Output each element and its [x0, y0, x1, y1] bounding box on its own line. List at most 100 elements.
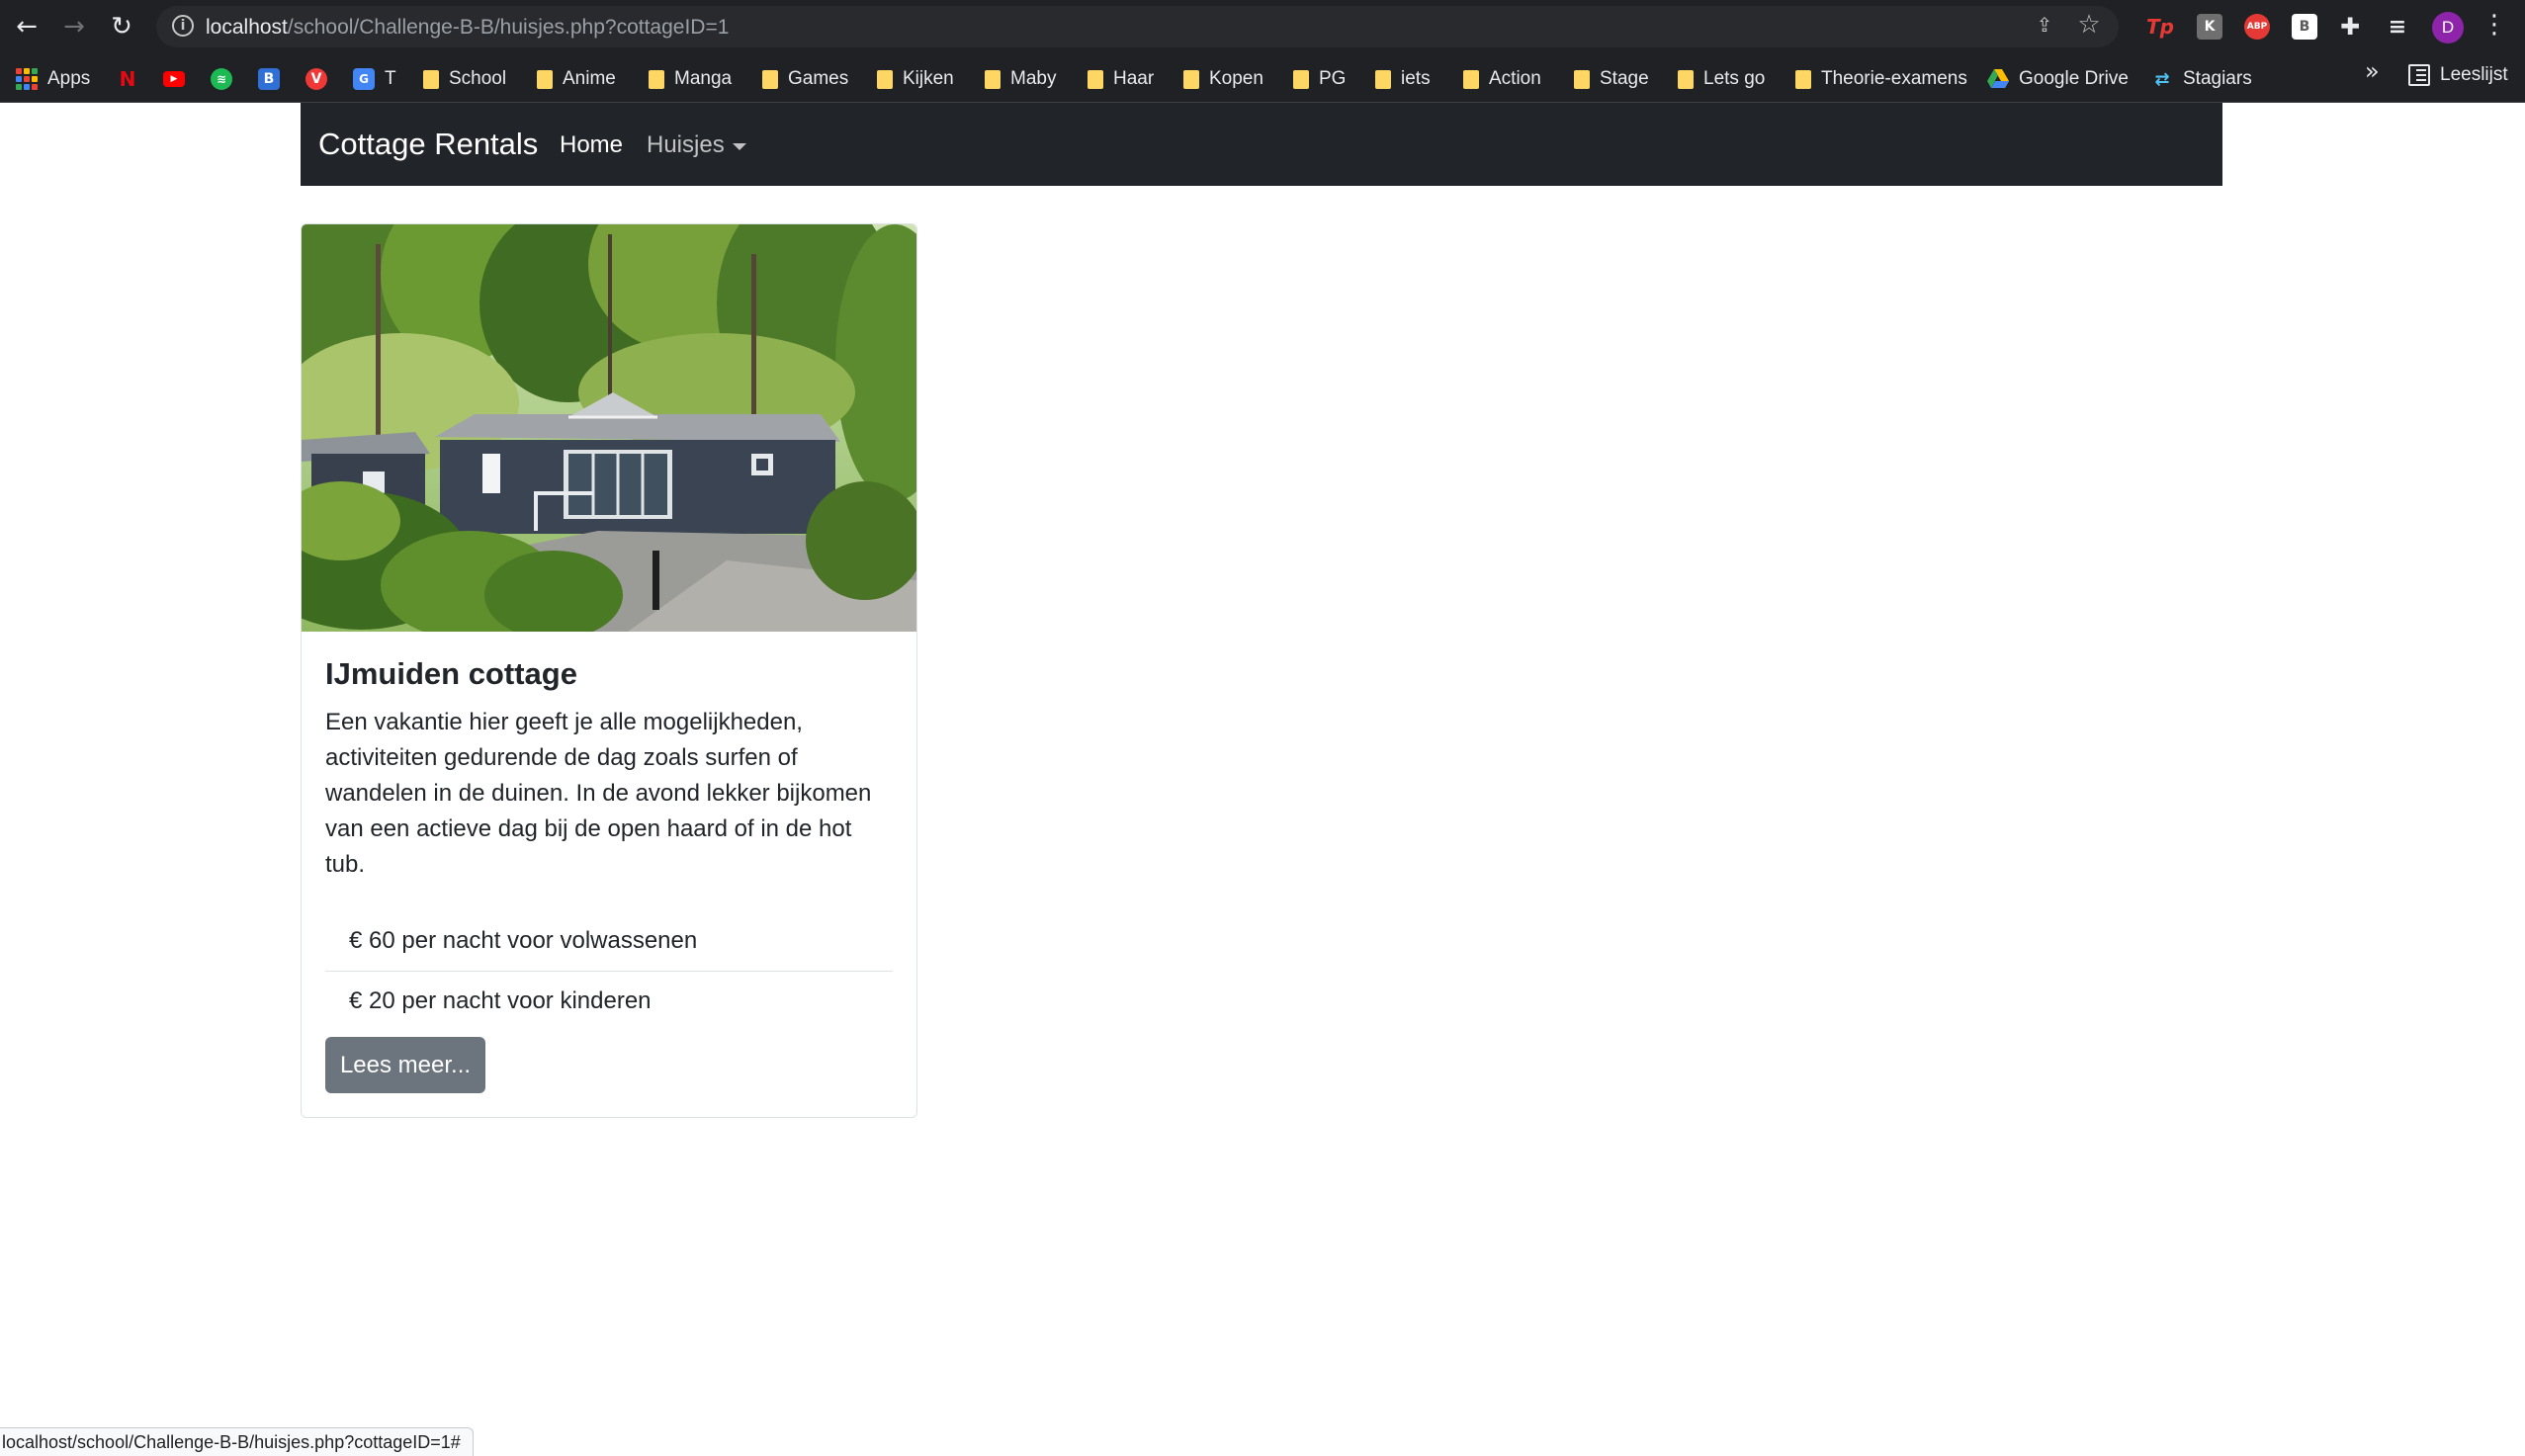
back-button[interactable]: ←: [8, 8, 45, 45]
bookmark-apps-label: Apps: [47, 68, 91, 89]
bookmark-folder-games[interactable]: Games: [762, 64, 848, 94]
bookmark-apps[interactable]: Apps: [16, 64, 90, 94]
tp-extension-icon[interactable]: Tp: [2146, 14, 2174, 40]
b-bookmark-icon: B: [258, 68, 280, 90]
spotify-icon: ≋: [211, 68, 232, 90]
price-adults: € 60 per nacht voor volwassenen: [349, 926, 698, 954]
google-drive-icon: [1987, 68, 2009, 90]
bookmark-folder-label: Theorie-examens: [1821, 68, 1967, 89]
reading-list-label: Leeslijst: [2440, 64, 2508, 85]
bookmark-google-drive-label: Google Drive: [2019, 68, 2129, 89]
media-queue-icon[interactable]: ≡: [2385, 14, 2410, 40]
folder-icon: [649, 69, 664, 89]
browser-menu-icon[interactable]: ⋮: [2481, 10, 2507, 43]
nav-huisjes-dropdown[interactable]: Huisjes: [647, 131, 746, 159]
folder-icon: [985, 69, 1001, 89]
cottage-photo: [302, 224, 916, 632]
navbar-brand[interactable]: Cottage Rentals: [318, 127, 538, 162]
bookmark-folder-lets-go[interactable]: Lets go: [1678, 64, 1765, 94]
status-bar-url: localhost/school/Challenge-B-B/huisjes.p…: [0, 1427, 474, 1456]
bookmark-folder-iets[interactable]: iets: [1375, 64, 1431, 94]
bookmark-folder-label: School: [449, 68, 507, 89]
profile-avatar[interactable]: D: [2432, 12, 2464, 43]
price-list: € 60 per nacht voor volwassenen € 20 per…: [325, 910, 893, 1031]
folder-icon: [877, 69, 893, 89]
bookmark-t-label: T: [385, 68, 396, 89]
reload-button[interactable]: ↻: [103, 8, 140, 45]
bookmark-youtube[interactable]: ▶: [163, 64, 185, 94]
folder-icon: [1678, 69, 1694, 89]
folder-icon: [537, 69, 553, 89]
bookmarks-bar: Apps N ▶ ≋ B V G T School Anime Manga Ga…: [0, 55, 2525, 103]
bookmark-folder-label: Kopen: [1209, 68, 1263, 89]
bookmark-folder-anime[interactable]: Anime: [537, 64, 616, 94]
bookmark-star-icon[interactable]: ☆: [2075, 11, 2103, 39]
bookmark-vivaldi[interactable]: V: [305, 64, 327, 94]
nav-home-link[interactable]: Home: [560, 131, 623, 159]
folder-icon: [423, 69, 439, 89]
bookmark-folder-label: PG: [1319, 68, 1347, 89]
card-body: IJmuiden cottage Een vakantie hier geeft…: [325, 655, 893, 883]
bookmark-google-drive[interactable]: Google Drive: [1987, 64, 2129, 94]
folder-icon: [762, 69, 778, 89]
bookmark-folder-label: iets: [1401, 68, 1431, 89]
folder-icon: [1183, 69, 1199, 89]
price-children: € 20 per nacht voor kinderen: [325, 971, 893, 1031]
bookmark-folder-manga[interactable]: Manga: [649, 64, 732, 94]
cottage-description: Een vakantie hier geeft je alle mogelijk…: [325, 709, 872, 878]
address-bar[interactable]: i localhost/school/Challenge-B-B/huisjes…: [156, 6, 2119, 47]
url-host: localhost: [206, 16, 288, 39]
bookmark-folder-pg[interactable]: PG: [1293, 64, 1346, 94]
apps-grid-icon: [16, 68, 38, 90]
bookmark-spotify[interactable]: ≋: [211, 64, 232, 94]
bookmark-stagiars[interactable]: ⇄ Stagiars: [2151, 64, 2251, 94]
cottage-card: IJmuiden cottage Een vakantie hier geeft…: [301, 223, 917, 1118]
bookmark-folder-label: Lets go: [1703, 68, 1766, 89]
b-extension-icon[interactable]: B: [2292, 14, 2317, 40]
site-info-icon[interactable]: i: [172, 15, 194, 37]
k-extension-icon[interactable]: K: [2197, 14, 2222, 40]
address-url[interactable]: localhost/school/Challenge-B-B/huisjes.p…: [206, 16, 729, 40]
folder-icon: [1088, 69, 1103, 89]
forward-button[interactable]: →: [55, 8, 93, 45]
more-bookmarks-icon[interactable]: »: [2365, 57, 2380, 85]
youtube-icon: ▶: [163, 71, 185, 87]
bookmark-folder-label: Action: [1489, 68, 1541, 89]
bookmark-folder-school[interactable]: School: [423, 64, 506, 94]
bookmark-b[interactable]: B: [258, 64, 280, 94]
bookmark-netflix[interactable]: N: [117, 64, 138, 94]
bookmark-folder-label: Stage: [1600, 68, 1649, 89]
bookmark-folder-kopen[interactable]: Kopen: [1183, 64, 1263, 94]
browser-toolbar: ← → ↻ i localhost/school/Challenge-B-B/h…: [0, 0, 2525, 54]
cottage-title: IJmuiden cottage: [325, 656, 577, 691]
folder-icon: [1463, 69, 1479, 89]
share-icon[interactable]: ⇪: [2032, 13, 2057, 39]
folder-icon: [1293, 69, 1309, 89]
reading-list-button[interactable]: Leeslijst: [2408, 64, 2508, 86]
bookmark-folder-label: Games: [788, 68, 849, 89]
bookmark-translate[interactable]: G T: [353, 64, 396, 94]
folder-icon: [1375, 69, 1391, 89]
read-more-button[interactable]: Lees meer...: [325, 1037, 485, 1093]
vivaldi-icon: V: [305, 68, 327, 90]
extensions-puzzle-icon[interactable]: ✚: [2337, 13, 2363, 41]
bookmark-folder-label: Maby: [1010, 68, 1057, 89]
bookmark-folder-kijken[interactable]: Kijken: [877, 64, 954, 94]
bookmark-folder-label: Anime: [563, 68, 616, 89]
bookmark-folder-action[interactable]: Action: [1463, 64, 1541, 94]
bookmark-folder-theorie-examens[interactable]: Theorie-examens: [1795, 64, 1967, 94]
bookmark-folder-stage[interactable]: Stage: [1574, 64, 1649, 94]
adblock-extension-icon[interactable]: ABP: [2244, 14, 2270, 40]
netflix-icon: N: [119, 67, 136, 91]
url-path: /school/Challenge-B-B/huisjes.php?cottag…: [287, 16, 730, 39]
bookmark-folder-label: Haar: [1113, 68, 1155, 89]
folder-icon: [1574, 69, 1590, 89]
dropdown-caret-icon: [732, 142, 746, 150]
nav-huisjes-label: Huisjes: [647, 131, 725, 158]
site-navbar: Cottage Rentals Home Huisjes: [301, 103, 2222, 186]
reading-list-icon: [2408, 64, 2430, 86]
browser-chrome: ← → ↻ i localhost/school/Challenge-B-B/h…: [0, 0, 2525, 103]
bookmark-folder-haar[interactable]: Haar: [1088, 64, 1154, 94]
folder-icon: [1795, 69, 1811, 89]
bookmark-folder-maby[interactable]: Maby: [985, 64, 1056, 94]
